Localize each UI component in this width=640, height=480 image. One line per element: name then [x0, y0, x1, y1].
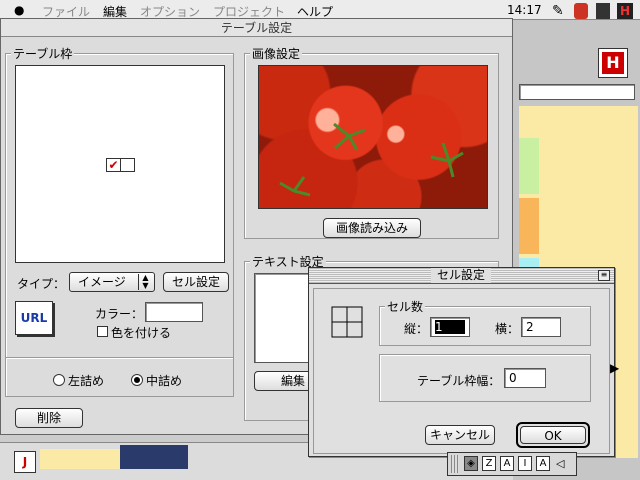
orange-swatch — [519, 198, 539, 254]
type-select[interactable]: イメージ ▲ ▼ — [69, 272, 155, 292]
floating-toolbar: ◈ Z A I A ◁ — [447, 452, 577, 476]
align-center-radio[interactable] — [131, 374, 143, 386]
menu-bar: ● ファイル 編集 オプション プロジェクト ヘルプ 14:17 ✎ H — [0, 0, 640, 20]
cancel-button[interactable]: キャンセル — [425, 425, 495, 445]
grid-icon — [331, 306, 363, 338]
color-label: カラー： — [95, 307, 144, 321]
dialog-titlebar[interactable]: セル設定 ≡ — [309, 268, 614, 284]
toolbar-drag-handle[interactable] — [451, 455, 459, 473]
disk-icon[interactable] — [596, 3, 610, 19]
toolbar-font-icon[interactable]: A — [536, 456, 550, 471]
vertical-value: 1 — [435, 320, 465, 334]
align-center-label: 中詰め — [146, 374, 183, 388]
window-title: テーブル設定 — [1, 19, 512, 37]
border-width-input[interactable]: 0 — [504, 368, 546, 388]
apple-menu-icon[interactable]: ● — [14, 3, 28, 18]
color-field[interactable] — [145, 302, 203, 322]
horizontal-label: 横： — [495, 322, 520, 336]
stem-graphics — [279, 122, 464, 197]
alignment-group — [5, 357, 234, 397]
j-icon[interactable]: J — [14, 451, 36, 473]
background-field — [519, 84, 635, 100]
image-settings-label: 画像設定 — [250, 45, 303, 62]
border-width-label: テーブル枠幅： — [417, 374, 501, 388]
url-logo-icon[interactable]: URL — [15, 301, 53, 335]
toolbar-triangle-icon[interactable]: ◁ — [556, 457, 564, 470]
table-preview[interactable]: ✔ — [15, 65, 225, 263]
green-swatch — [519, 138, 539, 194]
delete-button[interactable]: 削除 — [15, 408, 83, 428]
toolbar-text-icon[interactable]: A — [500, 456, 514, 471]
align-left-label: 左詰め — [68, 374, 105, 388]
cursor-icon: ▶ — [610, 361, 620, 375]
cell-settings-button[interactable]: セル設定 — [163, 272, 229, 292]
check-cell-icon: ✔ — [106, 158, 121, 172]
pencil-icon[interactable]: ✎ — [552, 3, 568, 19]
align-left-radio[interactable] — [53, 374, 65, 386]
vertical-label: 縦： — [404, 322, 429, 336]
toolbar-pen-icon[interactable]: Z — [482, 456, 496, 471]
ok-button[interactable]: OK — [520, 426, 586, 444]
load-image-button[interactable]: 画像読み込み — [323, 218, 421, 238]
dialog-title: セル設定 — [431, 268, 491, 283]
application-icon[interactable] — [574, 3, 588, 19]
toolbar-brush-icon[interactable]: ◈ — [464, 456, 478, 471]
doc-thumbnail — [120, 445, 188, 469]
empty-cell — [120, 158, 135, 172]
type-label: タイプ： — [17, 277, 66, 291]
h-logo-icon[interactable]: H — [598, 48, 628, 78]
app-switcher-icon[interactable]: H — [617, 3, 633, 19]
cell-count-label: セル数 — [385, 298, 426, 315]
vertical-input[interactable]: 1 — [430, 317, 470, 337]
clock: 14:17 — [507, 3, 542, 17]
doc-yellow-area — [40, 449, 120, 469]
ok-button-ring: OK — [516, 422, 590, 448]
chevron-updown-icon: ▲ ▼ — [138, 274, 152, 290]
cell-settings-dialog: セル設定 ≡ セル数 縦： 1 横： 2 テーブル枠幅： 0 キャンセル OK — [308, 267, 615, 457]
table-frame-label: テーブル枠 — [11, 45, 75, 62]
color-checkbox[interactable] — [97, 326, 108, 337]
color-checkbox-label: 色を付ける — [111, 326, 172, 340]
collapse-box-icon[interactable]: ≡ — [598, 270, 610, 281]
type-select-value: イメージ — [78, 275, 126, 289]
tomato-image — [258, 65, 488, 209]
toolbar-italic-icon[interactable]: I — [518, 456, 532, 471]
horizontal-input[interactable]: 2 — [521, 317, 561, 337]
